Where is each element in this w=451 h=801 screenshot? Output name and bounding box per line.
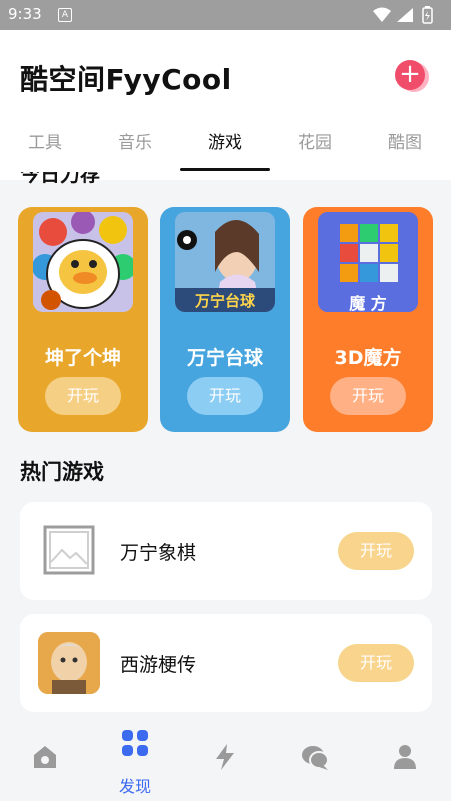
play-button[interactable]: 开玩 (330, 377, 406, 415)
status-time: 9:33 (8, 5, 42, 23)
nav-home[interactable] (0, 727, 90, 787)
list-item[interactable]: 万宁象棋 开玩 (20, 502, 432, 600)
game-thumbnail (33, 212, 133, 312)
status-icons (371, 6, 441, 28)
add-button[interactable]: + (395, 60, 425, 90)
play-button[interactable]: 开玩 (338, 644, 414, 682)
featured-card[interactable]: 魔 方 3D魔方 开玩 (303, 207, 433, 432)
image-placeholder-icon (38, 520, 100, 582)
nav-flash[interactable] (180, 727, 270, 787)
game-icon (38, 632, 100, 694)
game-name: 西游梗传 (120, 654, 197, 676)
featured-card[interactable]: 万宁台球 万宁台球 开玩 (160, 207, 290, 432)
game-name: 万宁象棋 (120, 542, 197, 564)
list-item[interactable]: 西游梗传 开玩 (20, 614, 432, 712)
status-bar: 9:33 A (0, 0, 451, 30)
thumbnail-caption: 万宁台球 (194, 292, 255, 310)
tab-games[interactable]: 游戏 (180, 130, 270, 156)
section-title-hot: 热门游戏 (20, 460, 104, 484)
game-thumbnail: 魔 方 (318, 212, 418, 312)
chicken-character-icon (33, 212, 133, 310)
home-icon (34, 746, 56, 768)
user-icon (394, 745, 416, 769)
play-button[interactable]: 开玩 (187, 377, 263, 415)
game-thumbnail: 万宁台球 (175, 212, 275, 312)
play-button[interactable]: 开玩 (338, 532, 414, 570)
play-button[interactable]: 开玩 (45, 377, 121, 415)
tab-music[interactable]: 音乐 (90, 130, 180, 156)
featured-card[interactable]: 坤了个坤 开玩 (18, 207, 148, 432)
bottom-nav: 发现 (0, 717, 451, 801)
tab-images[interactable]: 酷图 (360, 130, 450, 156)
header: 酷空间FyyCool + 工具 音乐 游戏 花园 酷图 (0, 30, 451, 180)
nav-profile[interactable] (360, 727, 450, 787)
thumbnail-caption: 魔 方 (349, 294, 387, 312)
featured-name: 万宁台球 (186, 347, 263, 369)
tab-tools[interactable]: 工具 (0, 130, 90, 156)
content-area[interactable]: 今日力荐 坤了个坤 开玩 万宁台球 万宁台球 开玩 魔 方 3D魔方 开玩 热门… (0, 172, 451, 717)
nav-chat[interactable] (270, 727, 360, 787)
featured-name: 3D魔方 (334, 347, 402, 369)
sim-icon: A (58, 8, 72, 22)
featured-name: 坤了个坤 (44, 347, 121, 369)
old-man-character-icon (38, 632, 100, 694)
wifi-signal-battery-icon (373, 6, 433, 24)
app-title: 酷空间FyyCool (20, 63, 232, 96)
chat-bubble-icon (302, 746, 329, 770)
nav-label-discover: 发现 (118, 777, 151, 796)
discover-grid-icon (122, 730, 148, 756)
tab-indicator (180, 168, 270, 171)
lightning-icon (216, 744, 234, 770)
section-title-featured: 今日力荐 (20, 172, 100, 186)
tab-garden[interactable]: 花园 (270, 130, 360, 156)
nav-discover[interactable]: 发现 (90, 727, 180, 796)
